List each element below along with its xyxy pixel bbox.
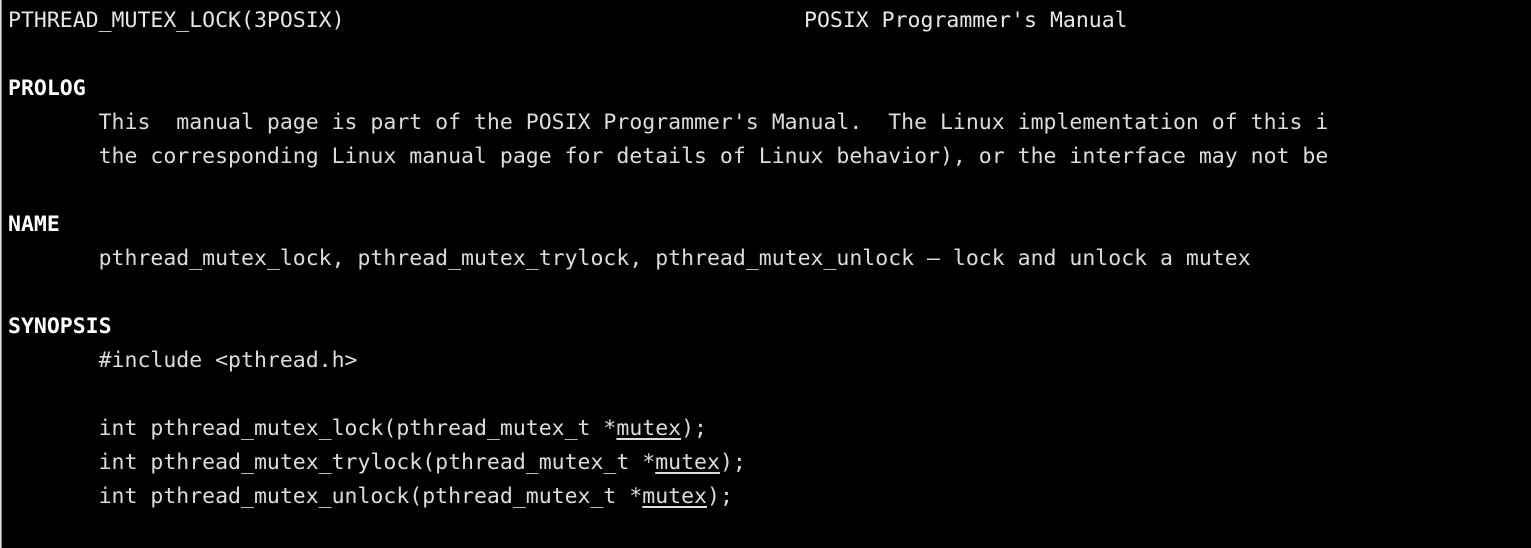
prototype-unlock-param: mutex xyxy=(642,484,707,509)
prototype-unlock-prefix: int pthread_mutex_unlock(pthread_mutex_t… xyxy=(8,484,643,509)
prototype-trylock-prefix: int pthread_mutex_trylock(pthread_mutex_… xyxy=(8,450,656,475)
prototype-pthread-mutex-lock: int pthread_mutex_lock(pthread_mutex_t *… xyxy=(8,412,707,446)
terminal-window[interactable]: PTHREAD_MUTEX_LOCK(3POSIX) POSIX Program… xyxy=(0,0,1531,548)
prototype-unlock-suffix: ); xyxy=(707,484,733,509)
section-heading-name: NAME xyxy=(8,212,60,237)
prototype-pthread-mutex-unlock: int pthread_mutex_unlock(pthread_mutex_t… xyxy=(8,480,733,514)
prototype-lock-suffix: ); xyxy=(681,416,707,441)
prototype-lock-param: mutex xyxy=(616,416,682,441)
prototype-lock-prefix: int pthread_mutex_lock(pthread_mutex_t * xyxy=(8,416,617,441)
manpage-header-left: PTHREAD_MUTEX_LOCK(3POSIX) xyxy=(8,8,345,33)
prototype-pthread-mutex-trylock: int pthread_mutex_trylock(pthread_mutex_… xyxy=(8,446,746,480)
synopsis-include-line: #include <pthread.h> xyxy=(8,348,358,373)
prototype-trylock-suffix: ); xyxy=(719,450,746,475)
prolog-line-1: This manual page is part of the POSIX Pr… xyxy=(8,110,1329,135)
window-left-border xyxy=(0,0,2,548)
manpage-header-center: POSIX Programmer's Manual xyxy=(804,8,1128,33)
section-heading-prolog: PROLOG xyxy=(8,76,86,101)
name-line-1: pthread_mutex_lock, pthread_mutex_tryloc… xyxy=(8,246,1251,271)
prototype-trylock-param: mutex xyxy=(655,450,720,475)
prolog-line-2: the corresponding Linux manual page for … xyxy=(8,144,1329,169)
section-heading-synopsis: SYNOPSIS xyxy=(8,314,112,339)
